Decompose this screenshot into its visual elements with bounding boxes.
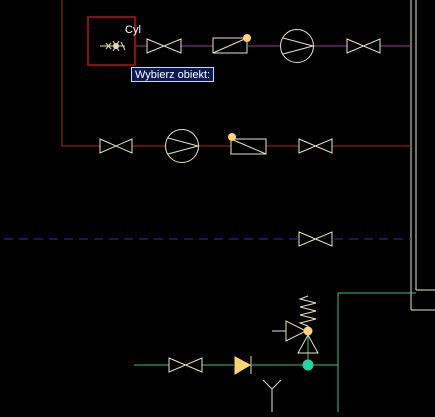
safety-valve-icon[interactable] [272, 320, 319, 354]
gate-valve-icon[interactable] [146, 38, 182, 54]
pump-icon[interactable] [280, 29, 315, 63]
gate-valve-icon[interactable] [99, 138, 133, 154]
flow-meter-icon[interactable] [212, 34, 251, 54]
green-pipeline[interactable] [134, 292, 416, 412]
cursor-label: Cyl [125, 24, 141, 36]
cad-drawing-area[interactable]: Cyl Wybierz obiekt: [0, 0, 435, 412]
gate-valve-icon[interactable] [168, 357, 203, 373]
crosshair-cursor-icon [100, 40, 126, 52]
pipe-node[interactable] [302, 359, 314, 371]
gate-valve-icon[interactable] [298, 138, 333, 154]
right-frame [410, 0, 435, 311]
check-valve-icon[interactable] [234, 356, 252, 375]
pump-icon[interactable] [165, 129, 200, 163]
drain-funnel-icon[interactable] [262, 379, 282, 412]
spring-icon [298, 295, 317, 331]
flow-meter-icon[interactable] [228, 133, 267, 155]
command-prompt-tooltip: Wybierz obiekt: [131, 67, 215, 82]
red-pipeline[interactable] [61, 0, 411, 147]
gate-valve-icon[interactable] [346, 38, 381, 54]
drawing-svg[interactable] [0, 0, 435, 412]
